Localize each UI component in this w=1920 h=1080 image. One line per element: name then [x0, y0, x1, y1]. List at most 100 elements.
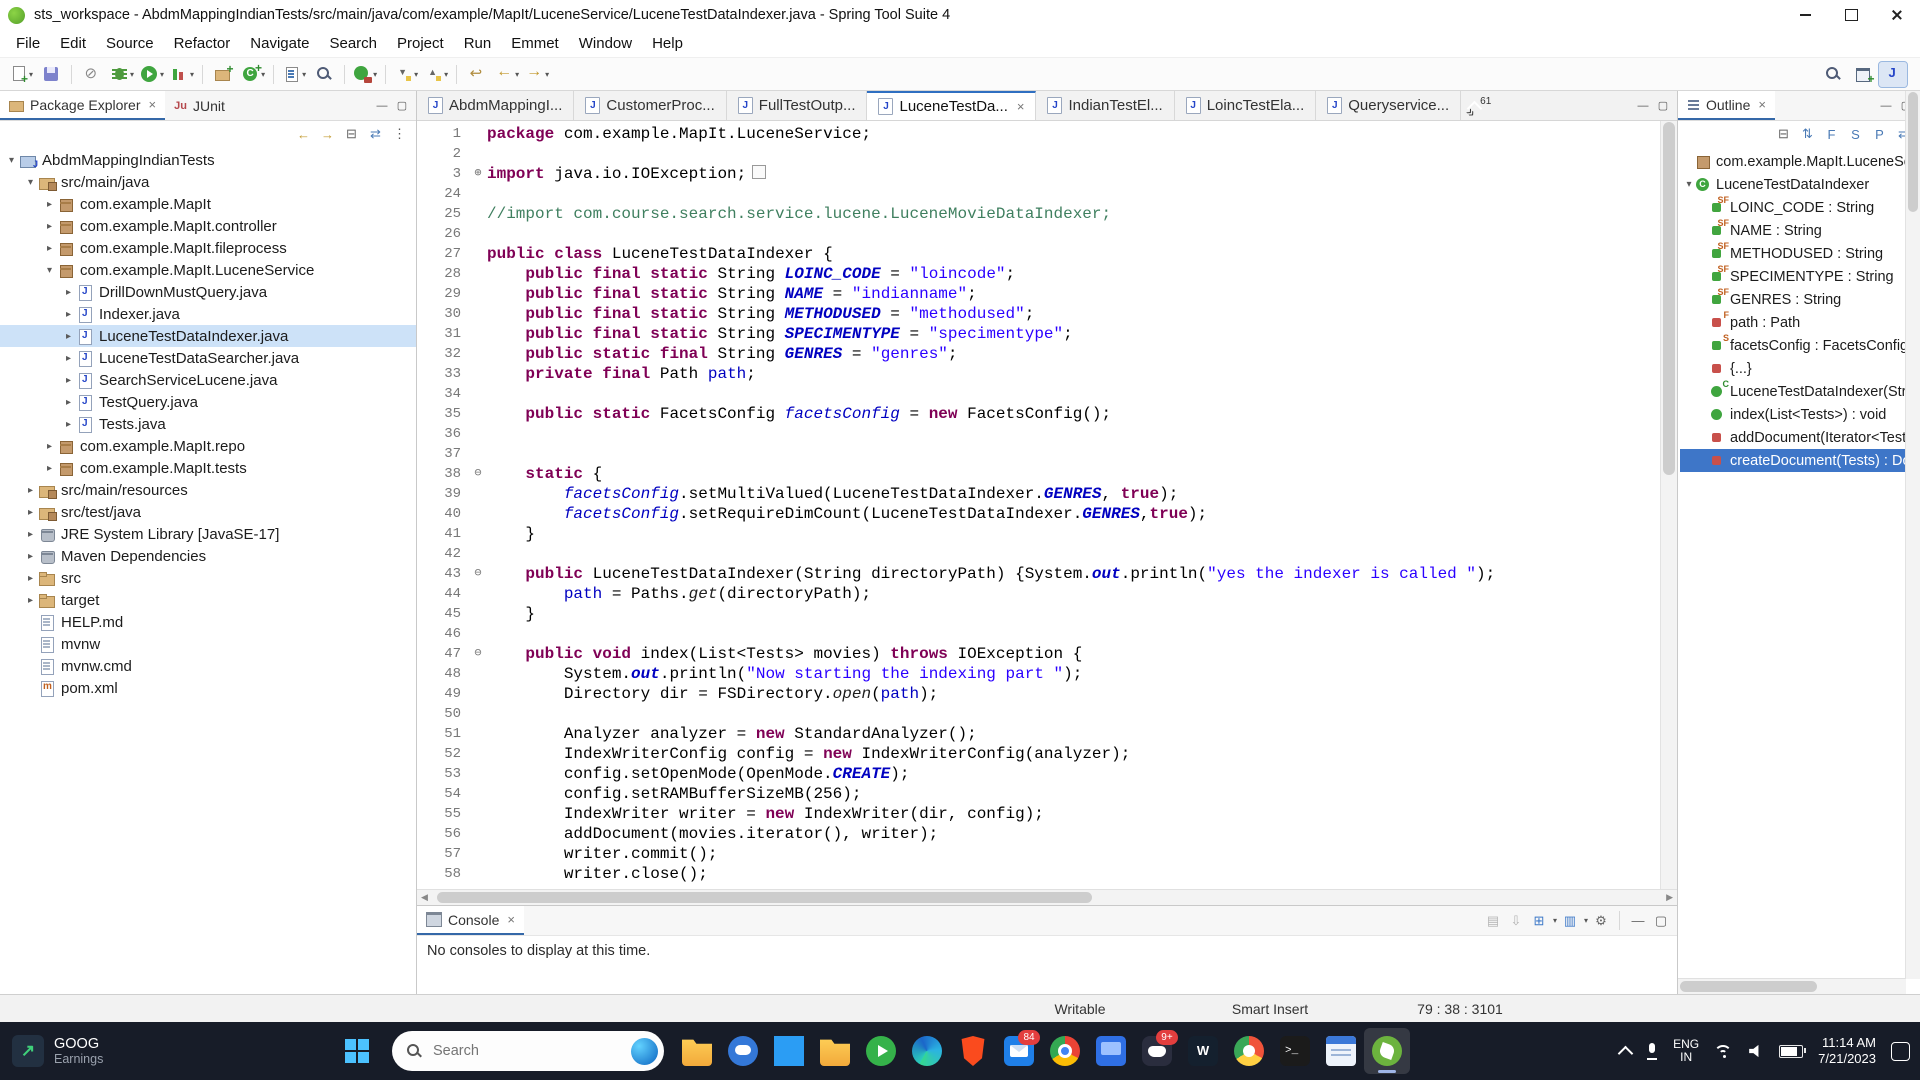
- toolbar-button-new-java-class[interactable]: ▾: [239, 61, 267, 87]
- tree-item[interactable]: ▸ com.example.MapIt.controller: [0, 215, 416, 237]
- code-line[interactable]: 35 public static FacetsConfig facetsConf…: [417, 404, 1661, 424]
- outline-item[interactable]: com.example.MapIt.LuceneService: [1680, 150, 1906, 173]
- menu-help[interactable]: Help: [642, 32, 693, 55]
- hide-non-public-icon[interactable]: P: [1869, 124, 1890, 144]
- maximize-view-button[interactable]: ▢: [1653, 97, 1673, 115]
- tree-item[interactable]: ▸ Tests.java: [0, 413, 416, 435]
- code-line[interactable]: 31 public final static String SPECIMENTY…: [417, 324, 1661, 344]
- link-with-editor-icon[interactable]: ⇄: [365, 124, 386, 144]
- tree-expand-icon[interactable]: ▾: [23, 177, 38, 188]
- outline-item[interactable]: SF NAME : String: [1680, 219, 1906, 242]
- hide-static-members-icon[interactable]: S: [1845, 124, 1866, 144]
- tree-item[interactable]: ▸ com.example.MapIt: [0, 193, 416, 215]
- taskbar-app-file-explorer[interactable]: [674, 1028, 720, 1074]
- outline-item[interactable]: addDocument(Iterator<Tests>) : void: [1680, 426, 1906, 449]
- tree-item[interactable]: ▸ target: [0, 589, 416, 611]
- code-line[interactable]: 26: [417, 224, 1661, 244]
- outline-item[interactable]: {...}: [1680, 357, 1906, 380]
- view-menu-icon[interactable]: ⋮: [389, 124, 410, 144]
- code-line[interactable]: 28 public final static String LOINC_CODE…: [417, 264, 1661, 284]
- minimize-view-button[interactable]: —: [1876, 97, 1896, 115]
- toolbar-button-open-perspective[interactable]: [1849, 62, 1877, 87]
- fold-marker-icon[interactable]: ⊖: [469, 464, 487, 484]
- code-line[interactable]: 52 IndexWriterConfig config = new IndexW…: [417, 744, 1661, 764]
- code-line[interactable]: 36: [417, 424, 1661, 444]
- close-tab-icon[interactable]: ×: [1017, 99, 1025, 114]
- code-line[interactable]: 3 ⊕ import java.io.IOException;: [417, 164, 1661, 184]
- open-console-icon[interactable]: ⊞: [1529, 911, 1549, 931]
- maximize-button[interactable]: [1828, 0, 1874, 30]
- code-line[interactable]: 29 public final static String NAME = "in…: [417, 284, 1661, 304]
- sort-icon[interactable]: ⇅: [1797, 124, 1818, 144]
- taskbar-app-spring-tool-suite[interactable]: [1364, 1028, 1410, 1074]
- code-line[interactable]: 41 }: [417, 524, 1661, 544]
- code-line[interactable]: 44 path = Paths.get(directoryPath);: [417, 584, 1661, 604]
- tree-expand-icon[interactable]: ▸: [61, 287, 76, 298]
- toolbar-button-open-task[interactable]: ▾: [280, 62, 308, 87]
- start-button[interactable]: [336, 1028, 382, 1074]
- taskbar-app-edge[interactable]: [904, 1028, 950, 1074]
- outline-horizontal-scrollbar[interactable]: [1678, 978, 1906, 994]
- collapse-all-icon[interactable]: ⊟: [1773, 124, 1794, 144]
- tree-item[interactable]: ▸ JRE System Library [JavaSE-17]: [0, 523, 416, 545]
- editor-tab[interactable]: J IndianTestEl...: [1036, 91, 1175, 120]
- outline-item[interactable]: SF SPECIMENTYPE : String: [1680, 265, 1906, 288]
- menu-navigate[interactable]: Navigate: [240, 32, 319, 55]
- fold-marker-icon[interactable]: ⊖: [469, 564, 487, 584]
- close-tab-icon[interactable]: ×: [1758, 97, 1766, 112]
- code-line[interactable]: 25//import com.course.search.service.luc…: [417, 204, 1661, 224]
- taskbar-app-calendar[interactable]: [1318, 1028, 1364, 1074]
- microphone-icon[interactable]: [1646, 1042, 1658, 1060]
- code-editor[interactable]: 1 package com.example.MapIt.LuceneService…: [417, 121, 1677, 889]
- menu-window[interactable]: Window: [569, 32, 642, 55]
- display-selected-console-icon[interactable]: ▥: [1560, 911, 1580, 931]
- editor-tab[interactable]: J LuceneTestDa... ×: [867, 91, 1037, 120]
- taskbar-app-folder[interactable]: [812, 1028, 858, 1074]
- code-line[interactable]: 32 public static final String GENRES = "…: [417, 344, 1661, 364]
- scrollbar-thumb[interactable]: [1663, 122, 1675, 476]
- scrollbar-thumb[interactable]: [1908, 92, 1918, 212]
- outline-vertical-scrollbar[interactable]: [1905, 91, 1920, 979]
- tab-console[interactable]: Console ×: [417, 906, 524, 935]
- hidden-editors-button[interactable]: » 61: [1463, 91, 1491, 120]
- tree-item[interactable]: ▸ com.example.MapIt.tests: [0, 457, 416, 479]
- taskbar-app-chat[interactable]: [720, 1028, 766, 1074]
- battery-icon[interactable]: [1779, 1044, 1807, 1058]
- code-line[interactable]: 53 config.setOpenMode(OpenMode.CREATE);: [417, 764, 1661, 784]
- code-line[interactable]: 50: [417, 704, 1661, 724]
- close-tab-icon[interactable]: ×: [507, 912, 515, 927]
- tree-item[interactable]: pom.xml: [0, 677, 416, 699]
- taskbar-app-brave[interactable]: [950, 1028, 996, 1074]
- outline-item[interactable]: CLuceneTestDataIndexer(String): [1680, 380, 1906, 403]
- minimize-button[interactable]: [1782, 0, 1828, 30]
- editor-tab[interactable]: J FullTestOutp...: [727, 91, 868, 120]
- tree-item[interactable]: mvnw.cmd: [0, 655, 416, 677]
- tree-item[interactable]: ▸ SearchServiceLucene.java: [0, 369, 416, 391]
- outline-item[interactable]: SF GENRES : String: [1680, 288, 1906, 311]
- code-line[interactable]: 48 System.out.println("Now starting the …: [417, 664, 1661, 684]
- collapse-all-icon[interactable]: ⊟: [341, 124, 362, 144]
- toolbar-button-forward[interactable]: ▾: [523, 62, 551, 87]
- code-line[interactable]: 43 ⊖ public LuceneTestDataIndexer(String …: [417, 564, 1661, 584]
- tree-item[interactable]: ▸ TestQuery.java: [0, 391, 416, 413]
- tree-expand-icon[interactable]: ▸: [23, 551, 38, 562]
- tree-item[interactable]: ▸ src: [0, 567, 416, 589]
- tree-expand-icon[interactable]: ▸: [42, 463, 57, 474]
- tree-item[interactable]: ▾ com.example.MapIt.LuceneService: [0, 259, 416, 281]
- editor-tab[interactable]: J Queryservice...: [1316, 91, 1462, 120]
- outline-item[interactable]: index(List<Tests>) : void: [1680, 403, 1906, 426]
- scrollbar-thumb[interactable]: [437, 892, 1093, 903]
- code-line[interactable]: 42: [417, 544, 1661, 564]
- tree-expand-icon[interactable]: ▾: [4, 155, 19, 166]
- code-line[interactable]: 55 IndexWriter writer = new IndexWriter(…: [417, 804, 1661, 824]
- code-line[interactable]: 51 Analyzer analyzer = new StandardAnaly…: [417, 724, 1661, 744]
- code-line[interactable]: 38 ⊖ static {: [417, 464, 1661, 484]
- taskbar-search[interactable]: [392, 1031, 664, 1071]
- code-line[interactable]: 27 public class LuceneTestDataIndexer {: [417, 244, 1661, 264]
- editor-tab[interactable]: J CustomerProc...: [574, 91, 727, 120]
- menu-project[interactable]: Project: [387, 32, 454, 55]
- tree-expand-icon[interactable]: ▾: [1682, 179, 1696, 190]
- toolbar-button-coverage[interactable]: ▾: [168, 62, 196, 87]
- tree-item[interactable]: ▸ com.example.MapIt.repo: [0, 435, 416, 457]
- editor-tab[interactable]: J AbdmMappingI...: [417, 91, 575, 120]
